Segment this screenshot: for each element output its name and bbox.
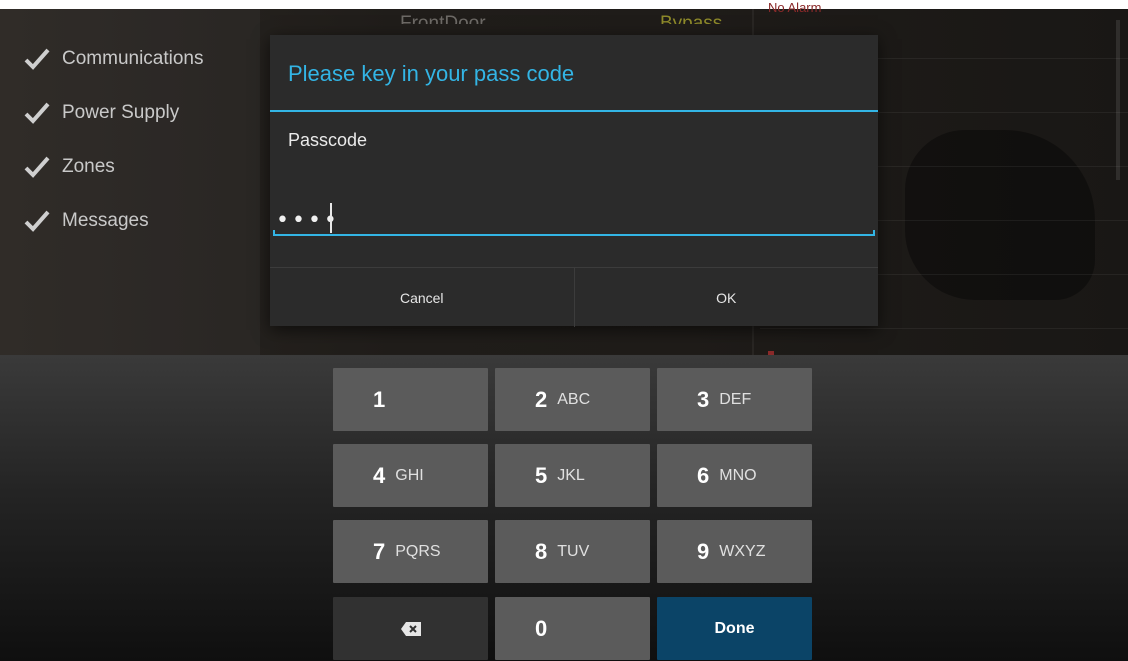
- status-item-communications: Communications: [24, 32, 204, 86]
- background-scrollbar: [1116, 20, 1120, 180]
- status-item-messages: Messages: [24, 194, 204, 248]
- key-letters: GHI: [395, 466, 424, 484]
- key-2[interactable]: 2 ABC: [495, 368, 650, 431]
- key-number: 0: [535, 615, 548, 641]
- key-1[interactable]: 1: [333, 368, 488, 431]
- check-icon: [24, 101, 50, 125]
- key-number: 9: [697, 538, 710, 564]
- status-item-label: Zones: [62, 156, 115, 177]
- key-letters: ABC: [557, 390, 591, 408]
- backspace-icon: [400, 621, 422, 637]
- done-key[interactable]: Done: [657, 597, 812, 660]
- key-number: 7: [373, 538, 386, 564]
- key-letters: JKL: [557, 466, 585, 484]
- key-8[interactable]: 8 TUV: [495, 520, 650, 583]
- key-number: 5: [535, 462, 548, 488]
- key-number: 3: [697, 386, 710, 412]
- key-4[interactable]: 4 GHI: [333, 444, 488, 507]
- alarm-state: No Alarm: [768, 0, 822, 15]
- dialog-title: Please key in your pass code: [270, 35, 878, 112]
- dialog-button-bar: Cancel OK: [270, 267, 878, 327]
- numeric-keyboard: 1 2 ABC 3 DEF 4 GHI 5 JKL 6 MNO 7 PQRS 8: [0, 355, 1128, 661]
- passcode-input-underline: [273, 230, 875, 236]
- key-7[interactable]: 7 PQRS: [333, 520, 488, 583]
- status-list: Communications Power Supply Zones Messag…: [24, 32, 204, 248]
- zone-name: FrontDoor: [400, 14, 486, 24]
- status-item-power-supply: Power Supply: [24, 86, 204, 140]
- key-number: 2: [535, 386, 548, 412]
- ok-button[interactable]: OK: [573, 268, 879, 327]
- passcode-input[interactable]: [274, 203, 874, 237]
- backspace-key[interactable]: [333, 597, 488, 660]
- key-letters: DEF: [719, 390, 752, 408]
- key-letters: PQRS: [395, 542, 441, 560]
- cancel-button[interactable]: Cancel: [270, 268, 574, 327]
- status-item-label: Messages: [62, 210, 149, 231]
- zone-state: Bypass: [660, 14, 722, 24]
- status-item-zones: Zones: [24, 140, 204, 194]
- key-number: 6: [697, 462, 710, 488]
- key-9[interactable]: 9 WXYZ: [657, 520, 812, 583]
- passcode-label: Passcode: [288, 130, 368, 150]
- key-number: 1: [373, 386, 386, 412]
- key-0[interactable]: 0: [495, 597, 650, 660]
- key-letters: TUV: [557, 542, 590, 560]
- top-strip: [0, 0, 1128, 9]
- check-icon: [24, 155, 50, 179]
- key-letters: WXYZ: [719, 542, 766, 560]
- key-5[interactable]: 5 JKL: [495, 444, 650, 507]
- key-6[interactable]: 6 MNO: [657, 444, 812, 507]
- key-3[interactable]: 3 DEF: [657, 368, 812, 431]
- status-item-label: Communications: [62, 48, 204, 69]
- text-cursor: [330, 203, 332, 233]
- background-row-line: [760, 328, 1128, 329]
- key-letters: MNO: [719, 466, 757, 484]
- check-icon: [24, 209, 50, 233]
- key-number: 8: [535, 538, 548, 564]
- check-icon: [24, 47, 50, 71]
- status-item-label: Power Supply: [62, 102, 180, 123]
- passcode-dialog: Please key in your pass code Passcode Ca…: [270, 35, 878, 327]
- key-number: 4: [373, 462, 386, 488]
- screen: Communications Power Supply Zones Messag…: [0, 0, 1128, 661]
